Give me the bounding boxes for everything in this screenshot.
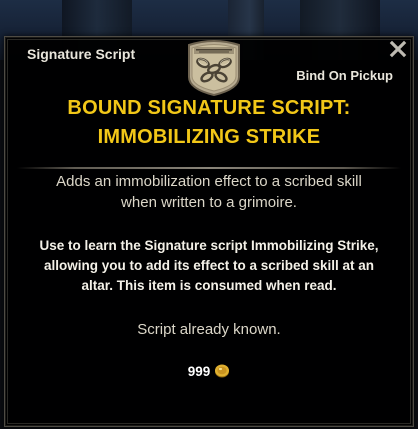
scroll-seal-icon [185,39,243,97]
item-type-label: Signature Script [27,46,136,62]
item-status-text: Script already known. [137,321,281,338]
item-title: BOUND SIGNATURE SCRIPT: IMMOBILIZING STR… [67,97,351,148]
divider [17,156,401,169]
close-icon[interactable] [389,40,407,58]
bind-type-label: Bind On Pickup [296,68,393,83]
gold-coin-icon [214,363,230,379]
item-value: 999 [5,363,413,379]
value-amount: 999 [187,363,211,379]
item-description: Adds an immobilization effect to a scrib… [56,173,362,211]
item-use-text: Use to learn the Signature script Immobi… [39,238,379,293]
item-tooltip: Signature Script Bind On Pickup BOUND SI… [4,36,414,427]
